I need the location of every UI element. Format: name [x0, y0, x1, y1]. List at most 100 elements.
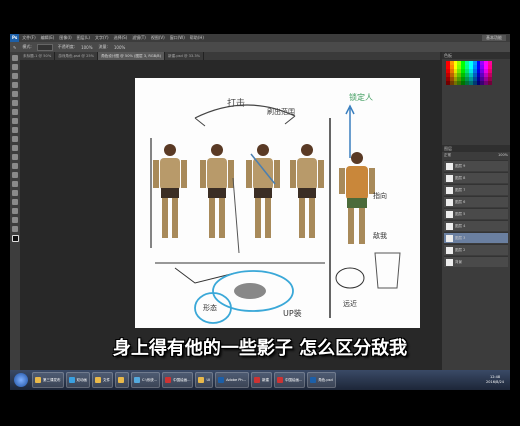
photoshop-icon: [218, 377, 225, 383]
layer-row[interactable]: 图层 4: [444, 220, 508, 231]
mode-label: 模式:: [22, 44, 32, 49]
folder-icon: [35, 377, 41, 383]
menu-image[interactable]: 图像(I): [59, 35, 71, 41]
taskbar-item[interactable]: 双动画: [65, 372, 90, 388]
move-tool-icon[interactable]: [12, 55, 18, 61]
crop-tool-icon[interactable]: [12, 91, 18, 97]
app-icon: [253, 377, 260, 383]
clock-date: 2016/8/24: [486, 380, 504, 384]
layer-thumbnail: [446, 210, 453, 218]
menu-file[interactable]: 文件(F): [22, 35, 35, 41]
app-icon: [68, 377, 75, 383]
taskbar-item[interactable]: Adobe Ph...: [215, 372, 249, 388]
figure-4: [290, 144, 324, 238]
flow-value[interactable]: 100%: [114, 45, 125, 50]
eraser-tool-icon[interactable]: [12, 145, 18, 151]
options-bar: ✎ 模式: 不透明度: 100% 流量: 100%: [10, 42, 510, 52]
photoshop-logo: Ps: [10, 34, 20, 42]
stamp-tool-icon[interactable]: [12, 127, 18, 133]
path-select-tool-icon[interactable]: [12, 199, 18, 205]
menu-edit[interactable]: 编辑(E): [41, 35, 55, 41]
annotation-range: 刷出范围: [267, 107, 295, 116]
layer-row[interactable]: 图层 9: [444, 160, 508, 171]
magic-wand-tool-icon[interactable]: [12, 82, 18, 88]
zoom-tool-icon[interactable]: [12, 226, 18, 232]
app-icon: [134, 377, 140, 383]
opacity-value[interactable]: 100%: [81, 45, 92, 50]
tools-panel: [10, 52, 20, 382]
start-button[interactable]: [14, 373, 28, 387]
layer-opacity[interactable]: 100%: [498, 153, 508, 158]
annotation-hit: 打击: [227, 97, 245, 109]
annotation-distance: 远近: [343, 299, 357, 308]
taskbar-item[interactable]: 中国绘画...: [273, 372, 306, 388]
folder-icon: [198, 377, 205, 383]
annotation-shape: 形态: [203, 303, 217, 312]
folder-icon: [95, 377, 101, 383]
app-icon: [165, 377, 172, 383]
document-canvas[interactable]: 打击 刷出范围 锁定人 指向 敌我 形态 UP装 远近: [135, 78, 420, 328]
brush-preset-icon[interactable]: ✎: [13, 45, 16, 50]
taskbar-item[interactable]: UI: [195, 372, 214, 388]
workspace-switcher[interactable]: 基本功能: [482, 35, 506, 41]
windows-taskbar: 第三课发布 双动画 文件 C:\系统... 中国绘画... UI Adobe P…: [10, 370, 510, 390]
flow-label: 流量:: [98, 44, 108, 49]
type-tool-icon[interactable]: [12, 190, 18, 196]
taskbar-item[interactable]: C:\系统...: [131, 372, 161, 388]
layer-thumbnail: [446, 246, 453, 254]
taskbar-item[interactable]: 新建: [250, 372, 272, 388]
layer-row[interactable]: 背景: [444, 256, 508, 267]
layer-row[interactable]: 图层 2: [444, 244, 508, 255]
menu-select[interactable]: 选择(S): [114, 35, 128, 41]
layer-thumbnail: [446, 234, 453, 242]
shape-tool-icon[interactable]: [12, 208, 18, 214]
swatches-grid[interactable]: [446, 61, 492, 85]
layer-thumbnail: [446, 222, 453, 230]
menu-layer[interactable]: 图层(L): [77, 35, 90, 41]
taskbar-item[interactable]: 文件: [92, 372, 113, 388]
brush-tool-icon[interactable]: [12, 118, 18, 124]
lasso-tool-icon[interactable]: [12, 73, 18, 79]
figure-2: [200, 144, 240, 254]
character-sketch: 打击 刷出范围 锁定人 指向 敌我 形态 UP装 远近: [150, 92, 401, 324]
gradient-tool-icon[interactable]: [12, 154, 18, 160]
system-clock[interactable]: 12:48 2016/8/24: [486, 375, 510, 385]
blend-mode-select[interactable]: 正常: [444, 153, 451, 158]
mode-select[interactable]: [36, 43, 53, 51]
tab-doc-4[interactable]: 新建.psd @ 33.3%: [165, 52, 205, 60]
marquee-tool-icon[interactable]: [12, 64, 18, 70]
taskbar-item[interactable]: 角色.psd: [307, 372, 336, 388]
layer-thumbnail: [446, 174, 453, 182]
healing-tool-icon[interactable]: [12, 109, 18, 115]
eyedropper-tool-icon[interactable]: [12, 100, 18, 106]
layer-row[interactable]: 图层 7: [444, 184, 508, 195]
history-brush-icon[interactable]: [12, 136, 18, 142]
menu-filter[interactable]: 滤镜(T): [132, 35, 146, 41]
figure-3: [246, 144, 280, 238]
foreground-color-swatch[interactable]: [12, 235, 19, 242]
layer-row[interactable]: 图层 5: [444, 208, 508, 219]
menu-type[interactable]: 文字(Y): [95, 35, 109, 41]
menu-window[interactable]: 窗口(W): [170, 35, 185, 41]
layer-row-selected[interactable]: 图层 3: [444, 232, 508, 243]
blur-tool-icon[interactable]: [12, 163, 18, 169]
layer-row[interactable]: 图层 8: [444, 172, 508, 183]
right-panel-dock: 色板 图层 正常 100% 图层 9 图层 8 图层 7 图层 6 图层 5 图…: [442, 52, 510, 382]
tab-doc-1[interactable]: 未标题-1 @ 50%: [20, 52, 56, 60]
desktop-screen: Ps 文件(F) 编辑(E) 图像(I) 图层(L) 文字(Y) 选择(S) 滤…: [10, 34, 510, 390]
tab-doc-2[interactable]: 游戏角色.psd @ 25%: [55, 52, 99, 60]
tab-doc-active[interactable]: 角色设计图 @ 50% (图层 3, RGB/8): [98, 52, 165, 60]
taskbar-item[interactable]: [115, 372, 129, 388]
taskbar-item[interactable]: 第三课发布: [32, 372, 64, 388]
color-swatch[interactable]: [488, 81, 492, 85]
layers-panel-title: 图层: [442, 145, 510, 152]
hand-tool-icon[interactable]: [12, 217, 18, 223]
pen-tool-icon[interactable]: [12, 181, 18, 187]
taskbar-item[interactable]: 中国绘画...: [162, 372, 194, 388]
menu-help[interactable]: 帮助(H): [190, 35, 204, 41]
figure-1: [150, 138, 187, 248]
dodge-tool-icon[interactable]: [12, 172, 18, 178]
menu-view[interactable]: 视图(V): [151, 35, 165, 41]
layer-thumbnail: [446, 198, 453, 206]
layer-row[interactable]: 图层 6: [444, 196, 508, 207]
